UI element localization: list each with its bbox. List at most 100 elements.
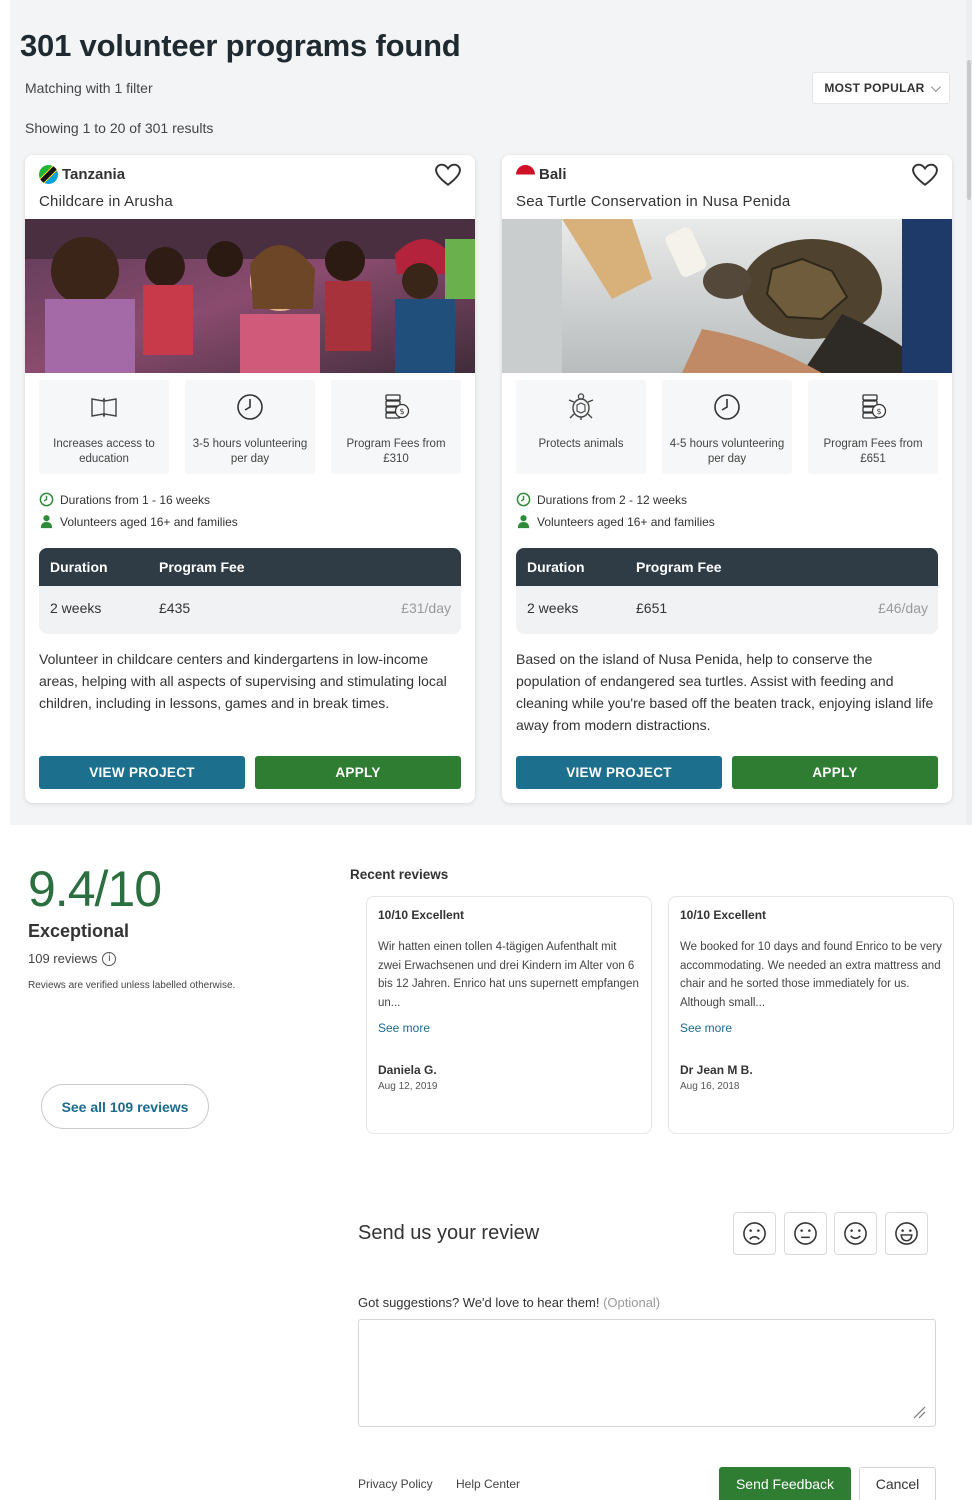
see-more-link[interactable]: See more <box>680 1021 732 1035</box>
cancel-button[interactable]: Cancel <box>859 1467 936 1500</box>
see-all-reviews-button[interactable]: See all 109 reviews <box>41 1084 209 1129</box>
review-count-text: 109 reviews <box>28 951 98 966</box>
ages-text: Volunteers aged 16+ and families <box>60 514 238 529</box>
program-country: Bali <box>516 165 567 184</box>
durations-info: Durations from 1 - 16 weeks <box>39 492 210 507</box>
program-country: Tanzania <box>39 165 125 184</box>
feature-label: Program Fees from £310 <box>346 438 446 465</box>
listing-section: 301 volunteer programs found Matching wi… <box>10 0 972 825</box>
duration-cell: 2 weeks <box>527 600 579 616</box>
apply-button[interactable]: APPLY <box>255 756 461 789</box>
indonesia-flag-icon <box>516 165 535 184</box>
review-score: 9.4/10 <box>28 861 162 917</box>
per-day-cell: £46/day <box>878 600 928 616</box>
recent-reviews-heading: Recent reviews <box>350 867 449 882</box>
review-rating: 10/10 Excellent <box>680 908 767 922</box>
clock-icon <box>516 492 531 507</box>
table-row: 2 weeks £651 £46/day <box>516 586 938 634</box>
resize-grip-icon[interactable] <box>912 1405 926 1419</box>
review-rating: 10/10 Excellent <box>378 908 465 922</box>
feature-fees: $ Program Fees from £651 <box>808 380 938 474</box>
program-name[interactable]: Childcare in Arusha <box>39 193 173 210</box>
feature-hours: 4-5 hours volunteering per day <box>662 380 792 474</box>
review-text: We booked for 10 days and found Enrico t… <box>680 941 942 1009</box>
sad-face-icon <box>743 1222 766 1245</box>
program-card: Bali Sea Turtle Conservation in Nusa Pen… <box>502 155 952 803</box>
review-author: Daniela G. <box>378 1063 437 1077</box>
per-day-cell: £31/day <box>401 600 451 616</box>
fee-header: Program Fee <box>159 559 245 575</box>
svg-text:$: $ <box>876 407 881 416</box>
duration-cell: 2 weeks <box>50 600 102 616</box>
money-icon: $ <box>385 394 410 419</box>
review-text: Wir hatten einen tollen 4-tägigen Aufent… <box>378 941 639 1009</box>
money-icon: $ <box>862 394 887 419</box>
view-project-button[interactable]: VIEW PROJECT <box>39 756 245 789</box>
program-description: Based on the island of Nusa Penida, help… <box>516 651 934 733</box>
heart-icon[interactable] <box>435 163 461 187</box>
privacy-policy-link[interactable]: Privacy Policy <box>358 1477 433 1491</box>
scrollbar-thumb[interactable] <box>967 60 971 200</box>
neutral-face-button[interactable] <box>784 1212 827 1255</box>
turtle-icon <box>568 393 594 420</box>
happy-face-icon <box>895 1222 918 1245</box>
program-photo-turtle[interactable] <box>502 219 952 373</box>
program-name[interactable]: Sea Turtle Conservation in Nusa Penida <box>516 193 790 210</box>
feature-animals: Protects animals <box>516 380 646 474</box>
optional-hint: (Optional) <box>603 1295 661 1310</box>
sort-dropdown[interactable]: MOST POPULAR <box>812 72 950 104</box>
chevron-down-icon <box>930 81 941 92</box>
feature-education: Increases access to education <box>39 380 169 474</box>
durations-info: Durations from 2 - 12 weeks <box>516 492 687 507</box>
review-author: Dr Jean M B. <box>680 1063 753 1077</box>
feature-label: Increases access to education <box>53 438 155 465</box>
feature-label: Protects animals <box>538 438 624 450</box>
feedback-label: Got suggestions? We'd love to hear them!… <box>358 1295 660 1310</box>
country-name: Bali <box>539 166 567 183</box>
feedback-prompt: Got suggestions? We'd love to hear them! <box>358 1295 600 1310</box>
feature-hours: 3-5 hours volunteering per day <box>185 380 315 474</box>
fee-table: Duration Program Fee 2 weeks £435 £31/da… <box>39 548 461 634</box>
program-photo-children[interactable] <box>25 219 475 373</box>
feature-label: 3-5 hours volunteering per day <box>192 438 308 465</box>
send-feedback-button[interactable]: Send Feedback <box>719 1467 851 1500</box>
duration-header: Duration <box>527 559 585 575</box>
smile-face-button[interactable] <box>834 1212 877 1255</box>
fee-header: Program Fee <box>636 559 722 575</box>
filter-summary: Matching with 1 filter <box>25 80 153 96</box>
scrollbar[interactable] <box>966 0 972 825</box>
verified-note: Reviews are verified unless labelled oth… <box>28 980 236 991</box>
feature-fees: $ Program Fees from £310 <box>331 380 461 474</box>
fee-table: Duration Program Fee 2 weeks £651 £46/da… <box>516 548 938 634</box>
ages-info: Volunteers aged 16+ and families <box>39 514 238 529</box>
help-center-link[interactable]: Help Center <box>456 1477 520 1491</box>
apply-button[interactable]: APPLY <box>732 756 938 789</box>
smile-face-icon <box>844 1222 867 1245</box>
clock-icon <box>237 394 263 420</box>
program-description: Volunteer in childcare centers and kinde… <box>39 651 447 711</box>
view-project-button[interactable]: VIEW PROJECT <box>516 756 722 789</box>
see-more-link[interactable]: See more <box>378 1021 430 1035</box>
rating-word: Exceptional <box>28 921 130 941</box>
fee-cell: £435 <box>159 600 191 616</box>
ages-info: Volunteers aged 16+ and families <box>516 514 715 529</box>
feedback-title: Send us your review <box>358 1222 540 1244</box>
person-icon <box>40 515 53 529</box>
svg-text:$: $ <box>399 407 404 416</box>
info-icon[interactable]: i <box>102 951 117 966</box>
person-icon <box>517 515 530 529</box>
country-name: Tanzania <box>62 166 126 183</box>
happy-face-button[interactable] <box>885 1212 928 1255</box>
fee-cell: £651 <box>636 600 668 616</box>
tanzania-flag-icon <box>39 165 58 184</box>
feature-label: 4-5 hours volunteering per day <box>669 438 785 465</box>
ages-text: Volunteers aged 16+ and families <box>537 514 715 529</box>
feedback-textarea[interactable] <box>358 1319 936 1427</box>
sad-face-button[interactable] <box>733 1212 776 1255</box>
sort-label: MOST POPULAR <box>824 81 925 95</box>
heart-icon[interactable] <box>912 163 938 187</box>
fee-table-header: Duration Program Fee <box>39 548 461 586</box>
review-card: 10/10 Excellent We booked for 10 days an… <box>668 896 954 1134</box>
review-card: 10/10 Excellent Wir hatten einen tollen … <box>366 896 652 1134</box>
results-title: 301 volunteer programs found <box>20 28 461 63</box>
